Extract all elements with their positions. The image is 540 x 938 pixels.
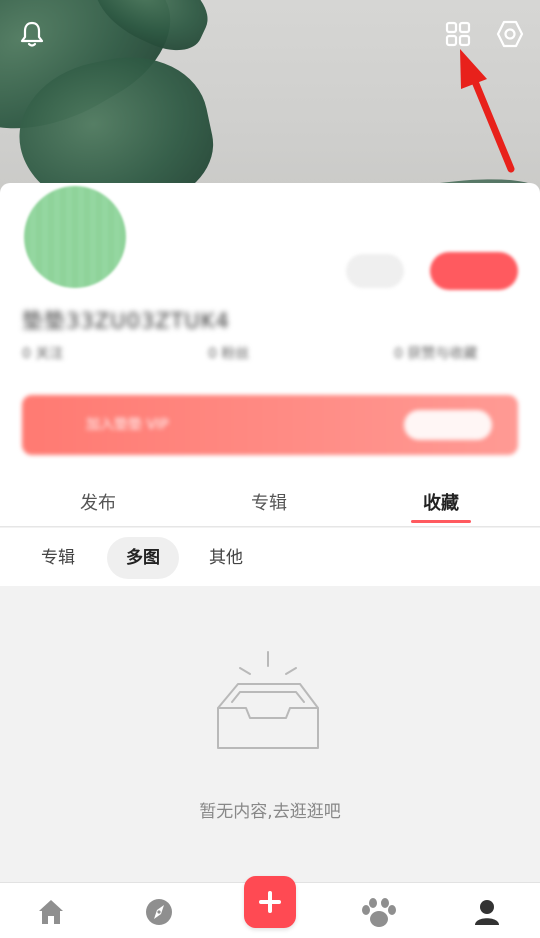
subtab-other[interactable]: 其他 (196, 537, 256, 579)
profile-icon[interactable] (472, 897, 502, 927)
favorites-subtabs: 专辑 多图 其他 (0, 528, 540, 586)
username: 垫垫33ZU03ZTUK4 (22, 309, 230, 333)
followers-count[interactable]: 0 粉丝 (208, 343, 249, 363)
subtab-albums[interactable]: 专辑 (28, 537, 88, 579)
add-button[interactable] (244, 876, 296, 928)
annotation-arrow (460, 49, 515, 173)
share-button[interactable] (346, 254, 404, 288)
vip-button[interactable] (404, 410, 492, 440)
subtab-multi-image[interactable]: 多图 (107, 537, 179, 579)
tab-publish[interactable]: 发布 (80, 489, 116, 515)
vip-text: 加入垫垫 VIP (86, 417, 169, 433)
edit-profile-button[interactable] (430, 252, 518, 290)
content-tabs: 发布 专辑 收藏 (0, 475, 540, 527)
active-tab-indicator (411, 520, 471, 523)
add-icon (259, 891, 281, 913)
compass-icon[interactable] (144, 897, 174, 927)
home-icon[interactable] (36, 897, 66, 927)
empty-tray-icon (217, 651, 319, 749)
bell-icon[interactable] (14, 16, 50, 52)
empty-message: 暂无内容,去逛逛吧 (199, 802, 341, 822)
following-count[interactable]: 0 关注 (22, 343, 63, 363)
tab-albums[interactable]: 专辑 (251, 489, 287, 515)
tab-favorites[interactable]: 收藏 (423, 489, 459, 515)
avatar[interactable] (24, 186, 126, 288)
likes-count[interactable]: 0 获赞与收藏 (394, 343, 477, 363)
paw-icon[interactable] (360, 897, 398, 929)
